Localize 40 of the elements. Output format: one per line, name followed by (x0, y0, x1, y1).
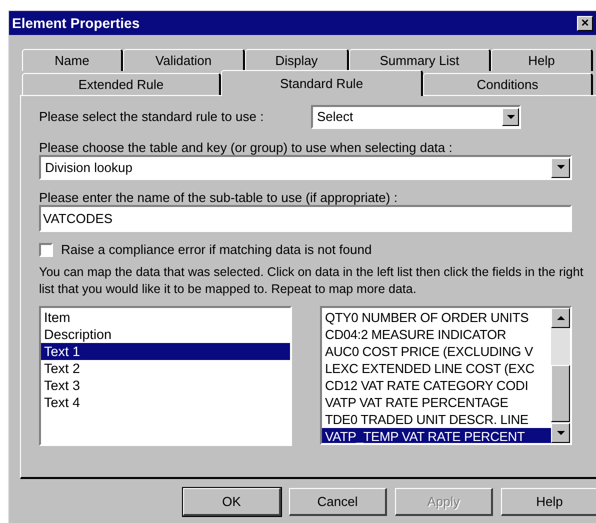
list-item[interactable]: LEXC EXTENDED LINE COST (EXC (322, 360, 551, 377)
scroll-down-icon[interactable] (551, 423, 570, 443)
checkbox-label: Raise a compliance error if matching data is not found (61, 241, 372, 260)
subtable-input[interactable]: VATCODES (39, 205, 572, 232)
scrollbar[interactable] (551, 308, 570, 443)
list-item[interactable]: VATP VAT RATE PERCENTAGE (322, 394, 551, 411)
scroll-thumb[interactable] (551, 365, 570, 422)
close-button[interactable]: × (577, 16, 593, 30)
dialog-button[interactable]: Cancel (289, 488, 387, 516)
tab[interactable]: Conditions (423, 73, 593, 95)
list-item[interactable]: Description (41, 326, 290, 343)
list-item[interactable]: Text 4 (41, 394, 290, 411)
list-item[interactable]: TDE0 TRADED UNIT DESCR. LINE (322, 411, 551, 428)
source-list[interactable]: Item Description Text 1 Text 2 Text 3 Text 4 (39, 306, 292, 446)
field-label: Please enter the name of the sub-table to use (if appropriate) : (39, 189, 398, 205)
dialog-button[interactable]: Help (501, 488, 596, 516)
instructions-text: You can map the data that was selected. Click on data in the left list then click the fields in the right list that you would like it to be mapped to. Repeat to map more data. (39, 264, 584, 298)
list-item[interactable]: CD04:2 MEASURE INDICATOR (322, 326, 551, 343)
field-label: Please select the standard rule to use : (39, 108, 265, 126)
compliance-checkbox[interactable] (39, 243, 53, 257)
rule-dropdown[interactable]: Select (311, 105, 521, 129)
list-item[interactable]: QTY0 NUMBER OF ORDER UNITS (322, 309, 551, 326)
list-item[interactable]: Text 1 (41, 343, 290, 360)
tab[interactable]: Display (245, 49, 349, 71)
tab[interactable]: Validation (123, 49, 245, 71)
tab[interactable]: Summary List (349, 49, 491, 71)
list-item[interactable]: Text 2 (41, 360, 290, 377)
tab[interactable]: Help (491, 49, 593, 71)
list-item[interactable]: CD12 VAT RATE CATEGORY CODI (322, 377, 551, 394)
tab[interactable]: Name (22, 49, 123, 71)
list-item[interactable]: Text 3 (41, 377, 290, 394)
table-dropdown[interactable]: Division lookup (39, 155, 572, 180)
tab[interactable]: Extended Rule (22, 73, 221, 95)
field-label: Please choose the table and key (or group) to use when selecting data : (39, 139, 454, 155)
list-item[interactable]: AUC0 COST PRICE (EXCLUDING V (322, 343, 551, 360)
list-item[interactable]: Item (41, 309, 290, 326)
tab[interactable]: Standard Rule (221, 70, 423, 96)
scroll-up-icon[interactable] (551, 308, 570, 328)
dialog-button[interactable]: OK (183, 488, 281, 516)
window-title: Element Properties (12, 14, 141, 33)
